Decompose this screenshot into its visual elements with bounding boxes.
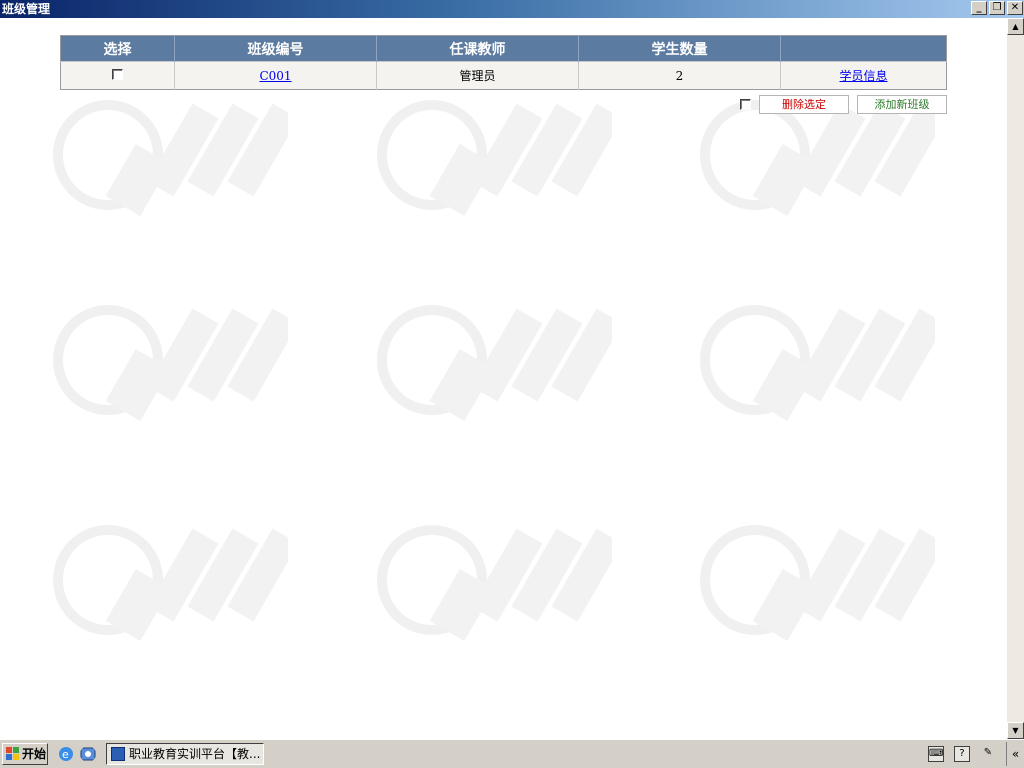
- vertical-scrollbar[interactable]: ▲ ▼: [1007, 18, 1024, 739]
- class-table: 选择 班级编号 任课教师 学生数量 C001 管理员 2 学员信息: [60, 35, 947, 90]
- window-title: 班级管理: [2, 2, 51, 16]
- select-all-checkbox[interactable]: [740, 99, 751, 110]
- help-icon[interactable]: ?: [954, 746, 970, 762]
- column-header-class-id: 班级编号: [174, 35, 377, 62]
- internet-explorer-icon[interactable]: e: [58, 746, 74, 762]
- window-controls: _ ❐ ✕: [971, 1, 1023, 15]
- teacher-cell: 管理员: [376, 61, 579, 90]
- add-class-button[interactable]: 添加新班级: [857, 95, 947, 114]
- student-info-link[interactable]: 学员信息: [839, 69, 887, 83]
- watermark-logo: [377, 305, 612, 421]
- select-cell: [60, 61, 175, 90]
- column-header-teacher: 任课教师: [376, 35, 579, 62]
- scroll-down-button[interactable]: ▼: [1007, 722, 1024, 739]
- keyboard-icon[interactable]: ⌨: [928, 746, 944, 762]
- watermark-logo: [53, 525, 288, 641]
- scroll-up-button[interactable]: ▲: [1007, 18, 1024, 35]
- taskbar-window-button[interactable]: 职业教育实训平台【教...: [106, 743, 264, 765]
- class-id-cell: C001: [174, 61, 377, 90]
- column-header-student-count: 学生数量: [578, 35, 781, 62]
- start-button[interactable]: 开始: [2, 743, 48, 765]
- watermark-logo: [53, 100, 288, 216]
- taskbar: 开始 e 职业教育实训平台【教... ⌨ ? ✎ «: [0, 739, 1024, 768]
- taskbar-window-label: 职业教育实训平台【教...: [129, 747, 261, 761]
- minimize-button[interactable]: _: [971, 1, 987, 15]
- quick-launch: e: [58, 746, 96, 762]
- app-window-icon: [111, 747, 125, 761]
- watermark-logo: [53, 305, 288, 421]
- watermark-logo: [377, 525, 612, 641]
- row-select-checkbox[interactable]: [112, 68, 123, 80]
- pen-icon[interactable]: ✎: [980, 746, 996, 762]
- watermark-logo: [700, 100, 935, 216]
- student-count-cell: 2: [578, 61, 781, 90]
- start-label: 开始: [22, 747, 47, 761]
- close-button[interactable]: ✕: [1007, 1, 1023, 15]
- window-titlebar: 班级管理 _ ❐ ✕: [0, 0, 1024, 18]
- watermark-logo: [700, 305, 935, 421]
- info-cell: 学员信息: [780, 61, 947, 90]
- class-id-link[interactable]: C001: [259, 69, 291, 83]
- restore-button[interactable]: ❐: [989, 1, 1005, 15]
- watermark-logo: [377, 100, 612, 216]
- action-bar: 删除选定 添加新班级: [740, 95, 947, 114]
- tray-expand-icon[interactable]: «: [1006, 742, 1024, 766]
- table-row: C001 管理员 2 学员信息: [60, 61, 947, 90]
- column-header-actions: [780, 35, 947, 62]
- windows-logo-icon: [6, 747, 19, 760]
- table-header-row: 选择 班级编号 任课教师 学生数量: [60, 35, 947, 62]
- delete-selected-button[interactable]: 删除选定: [759, 95, 849, 114]
- system-tray: ⌨ ? ✎ «: [928, 742, 1024, 766]
- svg-text:e: e: [62, 748, 69, 761]
- watermark-logo: [700, 525, 935, 641]
- column-header-select: 选择: [60, 35, 175, 62]
- show-desktop-icon[interactable]: [80, 746, 96, 762]
